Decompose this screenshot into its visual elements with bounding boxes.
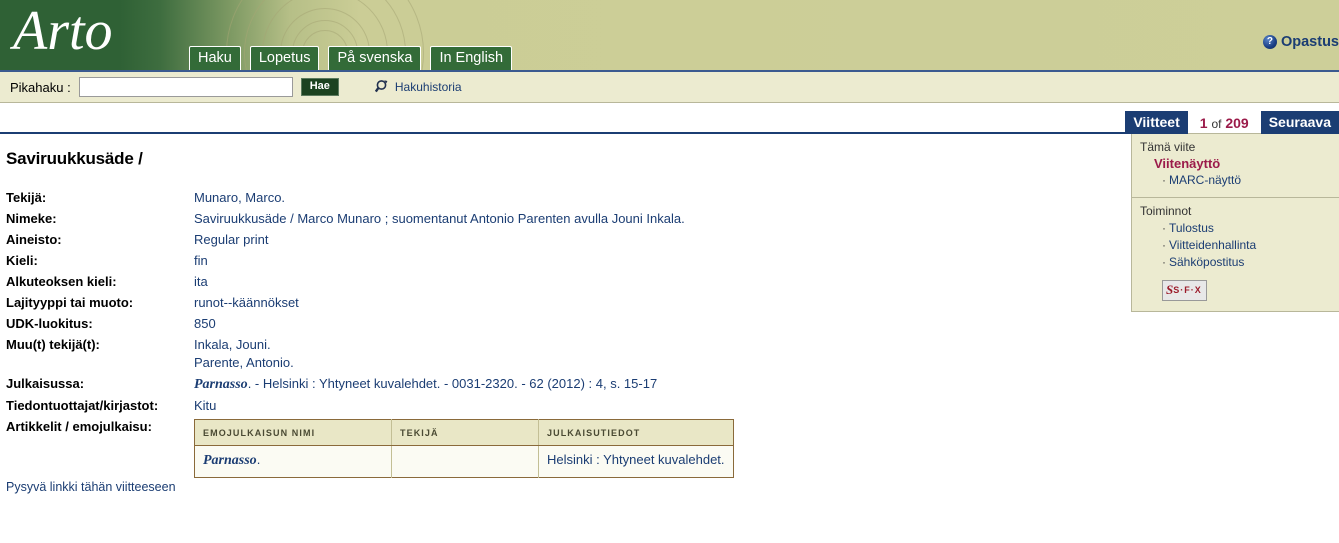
search-history-link[interactable]: Hakuhistoria <box>374 79 462 95</box>
field-value[interactable]: fin <box>194 254 734 275</box>
sfx-label: S·F·X <box>1173 285 1202 295</box>
tab-in-english[interactable]: In English <box>430 46 513 70</box>
record-detail: Saviruukkusäde / Tekijä: Munaro, Marco. … <box>6 149 1116 485</box>
content-divider <box>0 132 1130 134</box>
field-label: Nimeke: <box>6 211 57 226</box>
actions-title: Toiminnot <box>1140 204 1192 218</box>
table-row: Parnasso. Helsinki : Yhtyneet kuvalehdet… <box>194 445 734 478</box>
pager-of-label: of <box>1211 116 1222 131</box>
field-row-published-in: Julkaisussa: Parnasso. - Helsinki : Yhty… <box>6 377 734 399</box>
tab-lopetus[interactable]: Lopetus <box>249 46 320 70</box>
main-nav-tabs: Haku Lopetus På svenska In English <box>189 46 513 70</box>
field-label: Kieli: <box>6 253 38 268</box>
sidebar-link-label: MARC-näyttö <box>1169 173 1242 187</box>
field-value[interactable]: 850 <box>194 317 734 338</box>
article-journal-link[interactable]: Parnasso <box>203 453 257 468</box>
field-label: Lajityyppi tai muoto: <box>6 295 134 310</box>
field-value[interactable]: Munaro, Marco. <box>194 191 734 212</box>
journal-details: . - Helsinki : Yhtyneet kuvalehdet. - 00… <box>247 376 658 391</box>
quick-search-bar: Pikahaku : Hae Hakuhistoria <box>0 70 1339 103</box>
arto-logo[interactable]: Arto <box>13 0 113 64</box>
field-label: Artikkelit / emojulkaisu: <box>6 419 152 434</box>
magnifier-icon <box>374 79 391 95</box>
pager-position: 1 of 209 <box>1188 115 1261 131</box>
record-fields-table: Tekijä: Munaro, Marco. Nimeke: Saviruukk… <box>6 191 734 485</box>
cell-name: Parnasso. <box>194 445 392 478</box>
site-header: Arto Haku Lopetus På svenska In English … <box>0 0 1339 70</box>
articles-table: Emojulkaisun nimi Tekijä Julkaisutiedot … <box>194 419 734 478</box>
quick-search-label: Pikahaku : <box>10 79 71 95</box>
field-value[interactable]: Saviruukkusäde / Marco Munaro ; suomenta… <box>194 212 734 233</box>
field-label: Tiedontuottajat/kirjastot: <box>6 398 159 413</box>
next-record-button[interactable]: Seuraava <box>1260 111 1339 134</box>
field-value-published-in: Parnasso. - Helsinki : Yhtyneet kuvalehd… <box>194 377 734 399</box>
field-value[interactable]: Regular print <box>194 233 734 254</box>
field-row: Tekijä: Munaro, Marco. <box>6 191 734 212</box>
tab-pa-svenska[interactable]: På svenska <box>328 46 422 70</box>
permalink-link[interactable]: Pysyvä linkki tähän viitteeseen <box>6 480 176 494</box>
cell-pubinfo: Helsinki : Yhtyneet kuvalehdet. <box>547 452 725 467</box>
field-label: Muu(t) tekijä(t): <box>6 337 100 352</box>
field-row: UDK-luokitus: 850 <box>6 317 734 338</box>
field-row: Alkuteoksen kieli: ita <box>6 275 734 296</box>
field-label: UDK-luokitus: <box>6 316 93 331</box>
sidebar-link-reference-management[interactable]: · Viitteidenhallinta <box>1162 237 1331 254</box>
field-label: Aineisto: <box>6 232 62 247</box>
this-record-title: Tämä viite <box>1140 140 1196 154</box>
results-pager: Viitteet 1 of 209 Seuraava <box>1125 111 1339 134</box>
column-header-author: Tekijä <box>391 419 539 446</box>
search-history-label: Hakuhistoria <box>394 80 462 94</box>
this-record-current-view: Viitenäyttö <box>1154 156 1221 171</box>
help-link[interactable]: ? Opastus <box>1262 34 1339 50</box>
journal-name-link[interactable]: Parnasso <box>194 377 248 392</box>
main-content: Viitteet 1 of 209 Seuraava Tämä viite Vi… <box>0 103 1339 543</box>
sidebar-link-email[interactable]: · Sähköpostitus <box>1162 254 1331 271</box>
field-value[interactable]: Kitu <box>194 399 734 420</box>
column-header-pubinfo: Julkaisutiedot <box>538 419 734 446</box>
field-row: Lajityyppi tai muoto: runot--käännökset <box>6 296 734 317</box>
field-row-providers: Tiedontuottajat/kirjastot: Kitu <box>6 399 734 420</box>
this-record-panel: Tämä viite Viitenäyttö · MARC-näyttö <box>1131 133 1339 198</box>
field-label: Julkaisussa: <box>6 376 85 391</box>
field-label: Tekijä: <box>6 190 47 205</box>
help-label: Opastus <box>1280 34 1339 50</box>
quick-search-input[interactable] <box>78 77 293 97</box>
sidebar-link-label: Sähköpostitus <box>1169 255 1245 269</box>
field-row: Muu(t) tekijä(t): Inkala, Jouni. Parente… <box>6 338 734 377</box>
results-button[interactable]: Viitteet <box>1125 111 1188 134</box>
field-value[interactable]: Inkala, Jouni. <box>194 338 734 356</box>
field-row-articles: Artikkelit / emojulkaisu: Emojulkaisun n… <box>6 419 734 485</box>
field-value-articles: Emojulkaisun nimi Tekijä Julkaisutiedot … <box>194 419 734 485</box>
field-row: Kieli: fin <box>6 254 734 275</box>
page-title: Saviruukkusäde / <box>6 149 143 168</box>
bullet-dash-icon: · <box>1162 238 1166 252</box>
table-header-row: Emojulkaisun nimi Tekijä Julkaisutiedot <box>194 419 734 446</box>
field-label: Alkuteoksen kieli: <box>6 274 117 289</box>
field-value[interactable]: runot--käännökset <box>194 296 734 317</box>
pager-total: 209 <box>1225 114 1249 131</box>
field-value-group: Inkala, Jouni. Parente, Antonio. <box>194 338 734 377</box>
pager-current: 1 <box>1199 114 1208 131</box>
question-mark-icon: ? <box>1262 35 1277 49</box>
sidebar-link-label: Tulostus <box>1169 221 1214 235</box>
sidebar-link-print[interactable]: · Tulostus <box>1162 220 1331 237</box>
sfx-button[interactable]: SS·F·X <box>1162 280 1207 301</box>
field-row: Aineisto: Regular print <box>6 233 734 254</box>
bullet-dash-icon: · <box>1162 221 1166 235</box>
record-sidebar: Tämä viite Viitenäyttö · MARC-näyttö Toim… <box>1131 133 1339 312</box>
field-value[interactable]: ita <box>194 275 734 296</box>
quick-search-submit-button[interactable]: Hae <box>300 78 339 96</box>
column-header-name: Emojulkaisun nimi <box>194 419 392 446</box>
actions-panel: Toiminnot · Tulostus · Viitteidenhallinta … <box>1131 198 1339 312</box>
cell-author <box>391 445 539 478</box>
bullet-dash-icon: · <box>1162 173 1166 187</box>
article-journal-suffix: . <box>256 452 261 467</box>
sidebar-link-label: Viitteidenhallinta <box>1169 238 1257 252</box>
field-value[interactable]: Parente, Antonio. <box>194 356 734 370</box>
bullet-dash-icon: · <box>1162 255 1166 269</box>
field-row: Nimeke: Saviruukkusäde / Marco Munaro ; … <box>6 212 734 233</box>
sidebar-link-marc-view[interactable]: · MARC-näyttö <box>1162 172 1331 189</box>
tab-haku[interactable]: Haku <box>189 46 241 70</box>
